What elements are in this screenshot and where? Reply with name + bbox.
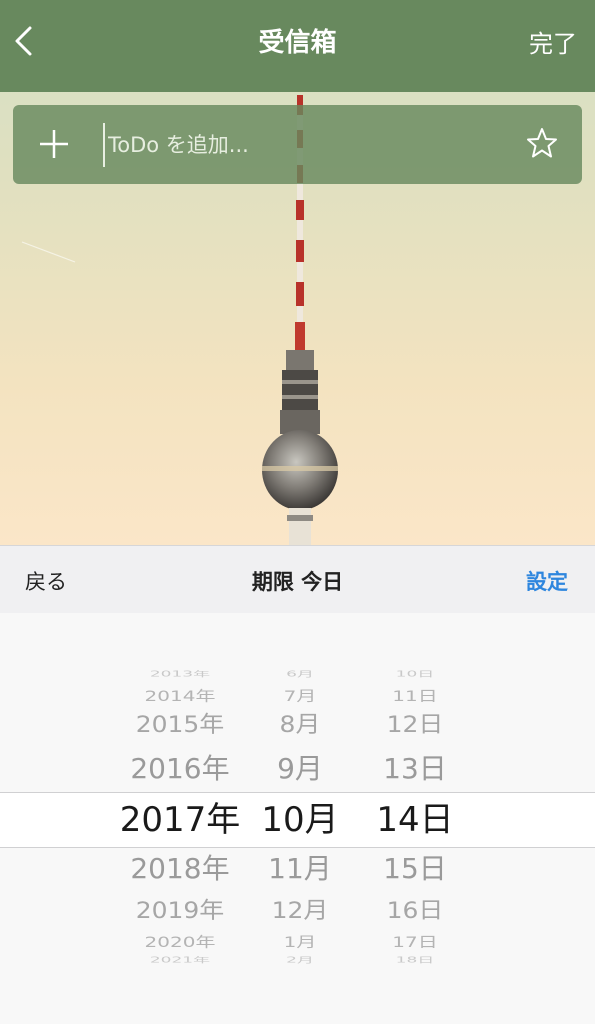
month-option[interactable]: 7月 <box>250 687 350 706</box>
day-option[interactable]: 11日 <box>360 687 470 706</box>
year-option[interactable]: 2021年 <box>100 956 260 965</box>
year-option[interactable]: 2016年 <box>100 751 260 787</box>
month-option[interactable]: 11月 <box>250 851 350 887</box>
set-button[interactable]: 設定 <box>526 566 568 596</box>
year-option-selected[interactable]: 2017年 <box>100 799 260 841</box>
day-wheel[interactable]: 10日 11日 12日 13日 14日 15日 16日 17日 18日 <box>360 613 470 1024</box>
navigation-bar: 受信箱 完了 <box>0 0 595 92</box>
day-option[interactable]: 16日 <box>360 897 470 926</box>
year-option[interactable]: 2018年 <box>100 851 260 887</box>
day-option[interactable]: 15日 <box>360 851 470 887</box>
date-picker-toolbar: 戻る 期限 今日 設定 <box>0 545 595 614</box>
picker-title: 期限 今日 <box>251 570 344 594</box>
year-option[interactable]: 2014年 <box>100 687 260 706</box>
year-option[interactable]: 2020年 <box>100 933 260 952</box>
day-option[interactable]: 10日 <box>360 670 470 679</box>
month-wheel[interactable]: 6月 7月 8月 9月 10月 11月 12月 1月 2月 <box>250 613 350 1024</box>
year-option[interactable]: 2015年 <box>100 711 260 740</box>
day-option[interactable]: 18日 <box>360 956 470 965</box>
add-button[interactable] <box>37 127 71 161</box>
month-option[interactable]: 12月 <box>250 897 350 926</box>
done-button[interactable]: 完了 <box>529 24 577 59</box>
day-option-selected[interactable]: 14日 <box>360 799 470 841</box>
year-wheel[interactable]: 2013年 2014年 2015年 2016年 2017年 2018年 2019… <box>100 613 260 1024</box>
star-outline-icon <box>527 128 557 158</box>
month-option[interactable]: 1月 <box>250 933 350 952</box>
day-option[interactable]: 13日 <box>360 751 470 787</box>
page-title: 受信箱 <box>258 28 337 58</box>
month-option[interactable]: 9月 <box>250 751 350 787</box>
add-todo-bar <box>13 105 582 184</box>
date-picker: 2013年 2014年 2015年 2016年 2017年 2018年 2019… <box>0 613 595 1024</box>
star-button[interactable] <box>526 127 558 159</box>
month-option[interactable]: 6月 <box>250 670 350 679</box>
year-option[interactable]: 2013年 <box>100 670 260 679</box>
plus-icon <box>40 130 68 158</box>
day-option[interactable]: 12日 <box>360 711 470 740</box>
day-option[interactable]: 17日 <box>360 933 470 952</box>
month-option-selected[interactable]: 10月 <box>250 799 350 841</box>
year-option[interactable]: 2019年 <box>100 897 260 926</box>
todo-input[interactable] <box>103 123 508 167</box>
month-option[interactable]: 8月 <box>250 711 350 740</box>
month-option[interactable]: 2月 <box>250 956 350 965</box>
